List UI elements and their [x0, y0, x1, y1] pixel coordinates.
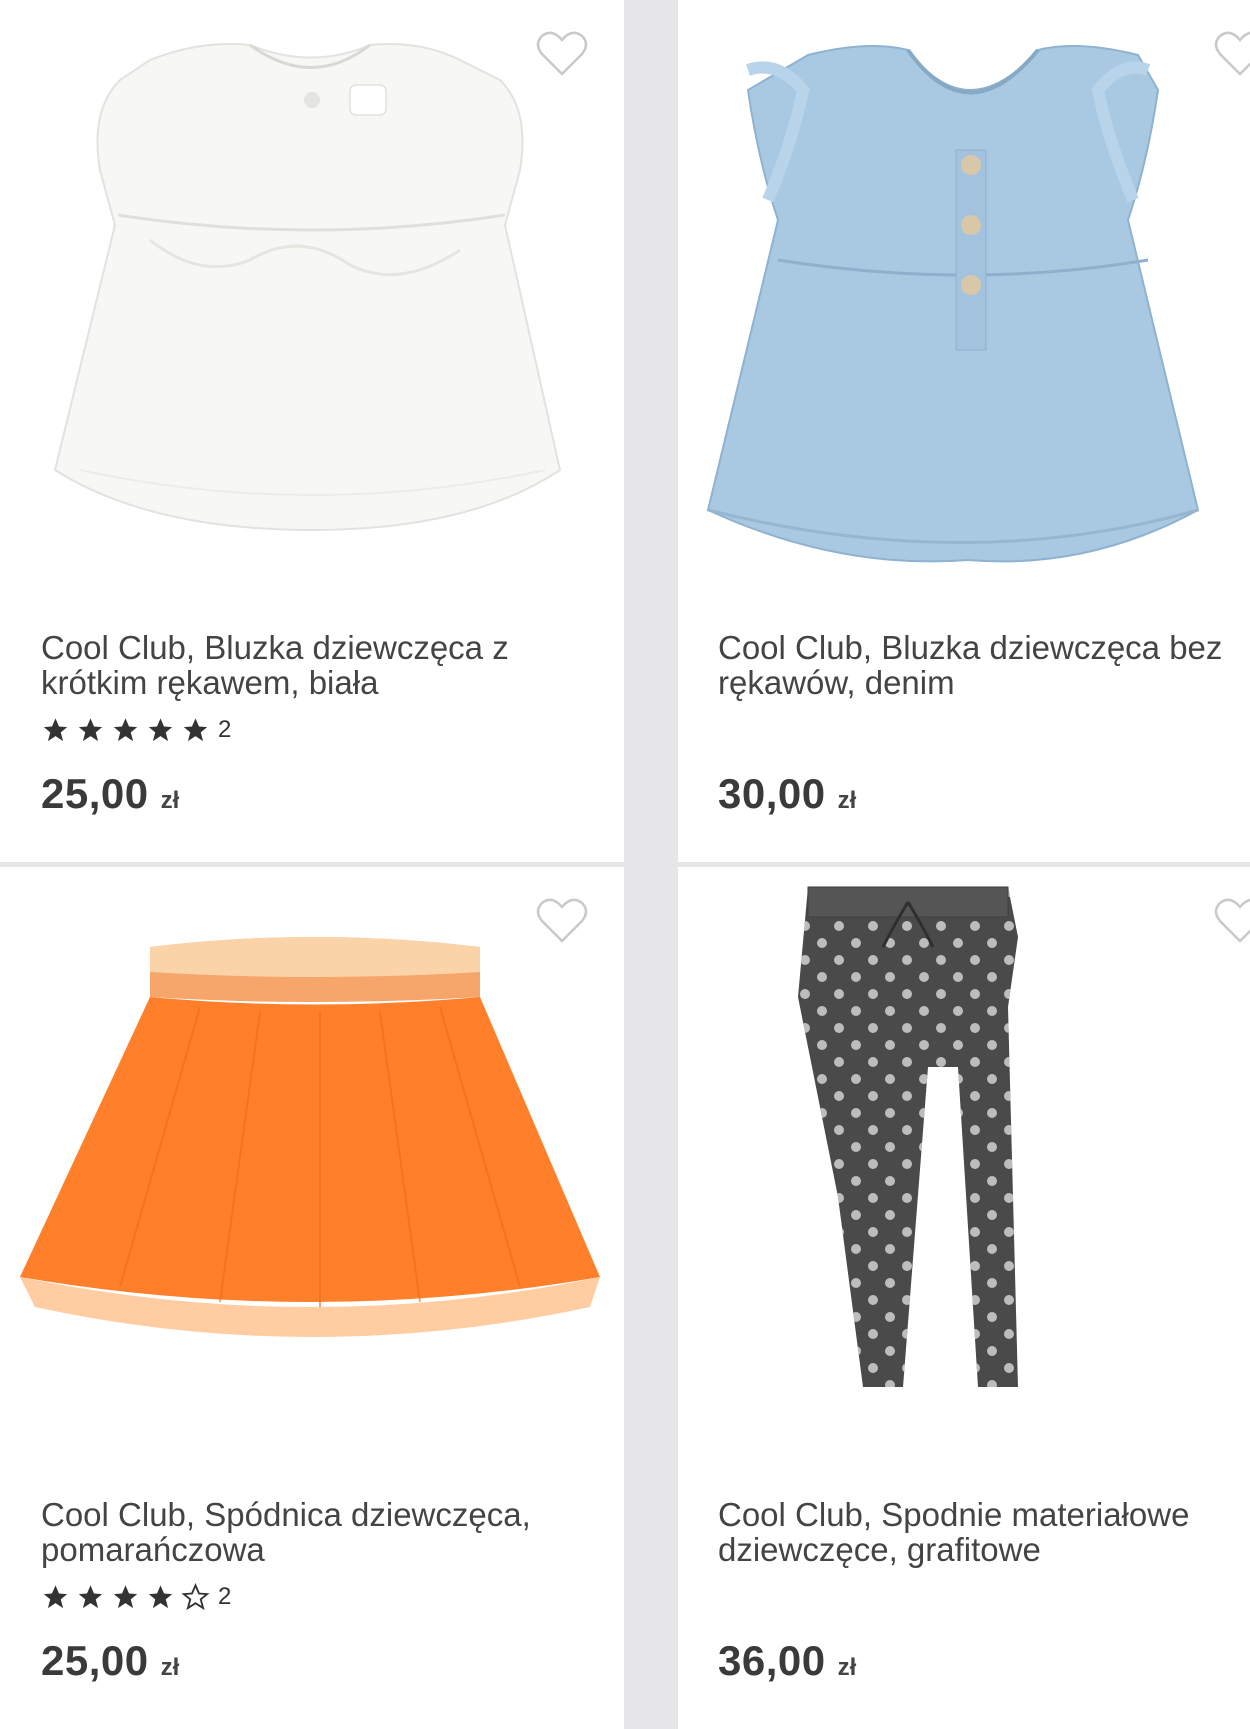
- product-price: 30,00 zł: [718, 770, 856, 818]
- rating-count: 2: [218, 1583, 232, 1610]
- product-title[interactable]: Cool Club, Spódnica dziewczęca, pomarańc…: [41, 1497, 581, 1567]
- product-price: 25,00 zł: [41, 770, 179, 818]
- price-amount: 25,00: [41, 1637, 149, 1684]
- product-card[interactable]: Cool Club, Bluzka dziewczęca bez rękawów…: [678, 0, 1250, 862]
- favorite-heart-icon[interactable]: [1214, 897, 1250, 945]
- star-filled-icon: [183, 718, 208, 742]
- product-title[interactable]: Cool Club, Spodnie materiałowe dziewczęc…: [718, 1497, 1238, 1567]
- product-image-white-blouse[interactable]: [0, 0, 624, 600]
- product-card[interactable]: Cool Club, Bluzka dziewczęca z krótkim r…: [0, 0, 624, 862]
- star-filled-icon: [78, 1585, 103, 1609]
- product-card[interactable]: Cool Club, Spodnie materiałowe dziewczęc…: [678, 867, 1250, 1729]
- product-title[interactable]: Cool Club, Bluzka dziewczęca bez rękawów…: [718, 630, 1238, 700]
- product-image-orange-skirt[interactable]: [0, 867, 624, 1467]
- rating-count: 2: [218, 716, 232, 743]
- star-filled-icon: [43, 718, 68, 742]
- product-price: 25,00 zł: [41, 1637, 179, 1685]
- product-rating: 2: [41, 716, 231, 744]
- product-grid: Cool Club, Bluzka dziewczęca z krótkim r…: [0, 0, 1250, 1729]
- product-title[interactable]: Cool Club, Bluzka dziewczęca z krótkim r…: [41, 630, 581, 700]
- favorite-heart-icon[interactable]: [536, 30, 588, 78]
- star-outline-icon: [181, 1583, 210, 1611]
- star-filled-icon: [113, 718, 138, 742]
- price-currency: zł: [837, 787, 857, 814]
- favorite-heart-icon[interactable]: [1214, 30, 1250, 78]
- price-currency: zł: [837, 1654, 857, 1681]
- favorite-heart-icon[interactable]: [536, 897, 588, 945]
- star-filled-icon: [113, 1585, 138, 1609]
- price-amount: 30,00: [718, 770, 826, 817]
- star-filled-icon: [43, 1585, 68, 1609]
- price-currency: zł: [160, 1654, 180, 1681]
- product-price: 36,00 zł: [718, 1637, 856, 1685]
- product-card[interactable]: Cool Club, Spódnica dziewczęca, pomarańc…: [0, 867, 624, 1729]
- price-amount: 25,00: [41, 770, 149, 817]
- price-currency: zł: [160, 787, 180, 814]
- star-filled-icon: [148, 718, 173, 742]
- star-filled-icon: [78, 718, 103, 742]
- product-image-denim-blouse[interactable]: [678, 0, 1250, 600]
- product-rating: 2: [41, 1583, 231, 1611]
- price-amount: 36,00: [718, 1637, 826, 1684]
- product-image-graphite-pants[interactable]: [678, 867, 1250, 1467]
- star-filled-icon: [148, 1585, 173, 1609]
